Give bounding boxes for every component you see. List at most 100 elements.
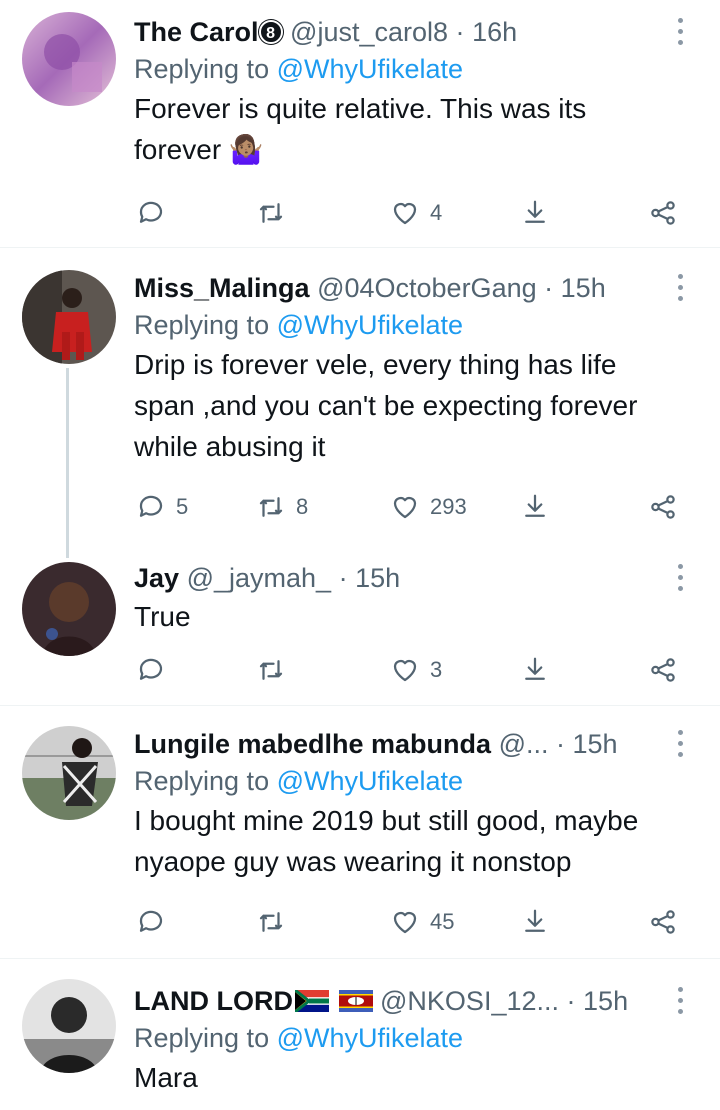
tweet-item[interactable]: The Carol 8 @just_carol8 · 16h Replying t…	[0, 0, 720, 247]
retweet-count: 8	[296, 494, 309, 519]
replying-to-line: Replying to @WhyUfikelate	[134, 306, 700, 344]
replying-to-line: Replying to @WhyUfikelate	[134, 1019, 700, 1057]
download-icon	[525, 200, 545, 223]
avatar[interactable]	[22, 979, 116, 1073]
mention-link[interactable]: @WhyUfikelate	[277, 54, 463, 84]
share-button[interactable]	[648, 193, 678, 233]
tweet-text-line: Forever is quite relative. This was its	[134, 93, 587, 124]
tweet-text-line: while abusing it	[134, 431, 326, 462]
share-button[interactable]	[648, 650, 678, 690]
like-button[interactable]: 293	[390, 487, 467, 527]
download-icon	[525, 494, 545, 517]
mention-link[interactable]: @WhyUfikelate	[277, 766, 463, 796]
tweet-text-line: forever 🤷🏽‍♀️	[134, 134, 264, 165]
more-icon[interactable]	[670, 270, 690, 306]
retweet-button[interactable]	[256, 650, 296, 690]
like-count: 4	[430, 200, 443, 225]
avatar[interactable]	[22, 270, 116, 364]
author-handle[interactable]: @...	[499, 729, 549, 759]
south-africa-flag-icon	[294, 990, 329, 1012]
like-count: 3	[430, 657, 443, 682]
avatar[interactable]	[22, 726, 116, 820]
action-bar: 5 8 293	[134, 487, 694, 527]
tweet-header: The Carol 8 @just_carol8 · 16h	[134, 14, 700, 50]
more-icon[interactable]	[670, 983, 690, 1019]
tweet-item[interactable]: Lungile mabedlhe mabunda @... · 15h Repl…	[0, 706, 720, 958]
avatar[interactable]	[22, 12, 116, 106]
reply-icon	[139, 495, 163, 517]
retweet-icon	[259, 497, 283, 517]
avatar[interactable]	[22, 562, 116, 656]
download-button[interactable]	[520, 193, 550, 233]
more-icon[interactable]	[670, 14, 690, 50]
tweet-time[interactable]: 16h	[472, 17, 517, 47]
eswatini-flag-icon	[338, 990, 373, 1012]
tweet-text-line: Drip is forever vele, every thing has li…	[134, 349, 617, 380]
retweet-button[interactable]	[256, 902, 296, 942]
replying-prefix: Replying to	[134, 54, 270, 84]
reply-icon	[139, 201, 163, 223]
share-button[interactable]	[648, 902, 678, 942]
download-icon	[525, 909, 545, 932]
author-name[interactable]: Miss_Malinga	[134, 273, 310, 303]
tweet-time[interactable]: 15h	[355, 563, 400, 593]
reply-icon	[139, 910, 163, 932]
tweet-text-line: Mara	[134, 1062, 198, 1093]
tweet-item[interactable]: Miss_Malinga @04OctoberGang · 15h Replyi…	[0, 248, 720, 545]
author-name[interactable]: Lungile mabedlhe mabunda	[134, 729, 491, 759]
action-bar: 3	[134, 650, 694, 690]
download-button[interactable]	[520, 902, 550, 942]
mention-link[interactable]: @WhyUfikelate	[277, 310, 463, 340]
separator-dot: ·	[556, 729, 565, 759]
action-bar: 4	[134, 193, 694, 233]
tweet-text-line: span ,and you can't be expecting forever	[134, 390, 638, 421]
reply-button[interactable]	[136, 902, 176, 942]
reply-count: 5	[176, 494, 189, 519]
author-name[interactable]: Jay	[134, 563, 179, 593]
author-handle[interactable]: @NKOSI_12...	[380, 986, 559, 1016]
author-handle[interactable]: @04OctoberGang	[317, 273, 537, 303]
label-badge: 8	[258, 20, 283, 44]
share-button[interactable]	[648, 487, 678, 527]
reply-button[interactable]	[136, 650, 176, 690]
mention-link[interactable]: @WhyUfikelate	[277, 1023, 463, 1053]
replying-prefix: Replying to	[134, 1023, 270, 1053]
tweet-text-line: nyaope guy was wearing it nonstop	[134, 846, 572, 877]
heart-icon	[393, 911, 417, 934]
author-handle[interactable]: @just_carol8	[290, 17, 448, 47]
tweet-header: Miss_Malinga @04OctoberGang · 15h	[134, 270, 700, 306]
tweet-item[interactable]: Jay @_jaymah_ · 15h True 3	[0, 546, 720, 705]
more-icon[interactable]	[670, 726, 690, 762]
tweet-item[interactable]: LAND LORD @NKOSI_12... · 15h Replying to…	[0, 959, 720, 1110]
retweet-button[interactable]	[256, 193, 296, 233]
retweet-button[interactable]: 8	[256, 487, 308, 527]
author-name[interactable]: The Carol	[134, 17, 259, 47]
tweet-text: True	[134, 596, 700, 637]
reply-button[interactable]: 5	[136, 487, 188, 527]
like-button[interactable]: 3	[390, 650, 442, 690]
reply-icon	[139, 658, 163, 680]
tweet-header: LAND LORD @NKOSI_12... · 15h	[134, 983, 700, 1019]
tweet-time[interactable]: 15h	[573, 729, 618, 759]
like-count: 45	[430, 909, 455, 934]
download-button[interactable]	[520, 487, 550, 527]
tweet-text: I bought mine 2019 but still good, maybe…	[134, 800, 700, 882]
like-button[interactable]: 4	[390, 193, 442, 233]
separator-dot: ·	[455, 17, 465, 47]
tweet-time[interactable]: 15h	[561, 273, 606, 303]
separator-dot: ·	[566, 986, 576, 1016]
author-name[interactable]: LAND LORD	[134, 986, 293, 1016]
replying-to-line: Replying to @WhyUfikelate	[134, 50, 700, 88]
tweet-text: Forever is quite relative. This was its …	[134, 88, 700, 170]
retweet-icon	[259, 203, 283, 223]
more-icon[interactable]	[670, 560, 690, 596]
replying-prefix: Replying to	[134, 310, 270, 340]
download-icon	[525, 657, 545, 680]
tweet-text: Mara	[134, 1057, 700, 1098]
author-handle[interactable]: @_jaymah_	[187, 563, 331, 593]
like-button[interactable]: 45	[390, 902, 454, 942]
reply-button[interactable]	[136, 193, 176, 233]
tweet-time[interactable]: 15h	[583, 986, 628, 1016]
share-icon	[651, 910, 675, 934]
download-button[interactable]	[520, 650, 550, 690]
